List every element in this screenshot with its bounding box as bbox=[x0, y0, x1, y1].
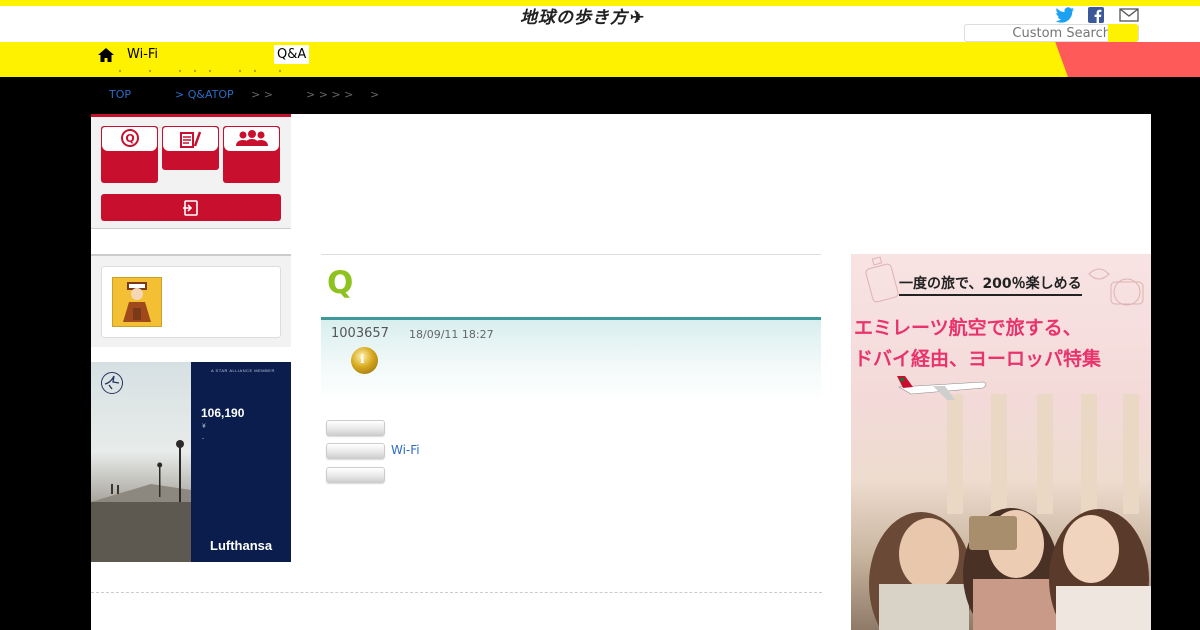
question-top-rule bbox=[321, 254, 821, 255]
ad-photo-pier bbox=[91, 362, 191, 562]
community-tile-button[interactable] bbox=[223, 126, 280, 183]
avatar[interactable] bbox=[112, 277, 162, 327]
search-input[interactable] bbox=[969, 25, 1111, 41]
ad-fare-currency: ¥ bbox=[202, 423, 206, 430]
breadcrumb-sep: > > bbox=[251, 88, 273, 101]
question-date: 18/09/11 18:27 bbox=[409, 328, 494, 341]
user-profile-panel bbox=[91, 254, 291, 347]
tag-label bbox=[326, 443, 385, 459]
ad-tagline: 一度の旅で、200％楽しめる bbox=[899, 273, 1082, 296]
profile-card bbox=[101, 266, 281, 338]
nav-dots-decoration bbox=[118, 69, 282, 73]
search-button[interactable] bbox=[1108, 24, 1138, 42]
q-icon: Q bbox=[102, 127, 157, 151]
nav-item-wifi[interactable]: Wi-Fi bbox=[127, 47, 158, 62]
global-nav: Wi-Fi Q&A bbox=[0, 42, 1200, 77]
ad-headline-1: エミレーツ航空で旅する、 bbox=[854, 317, 1082, 339]
question-header: 1003657 18/09/11 18:27 ℹ bbox=[321, 317, 821, 401]
qa-tile-button[interactable]: Q bbox=[101, 126, 158, 183]
tag-label bbox=[326, 420, 385, 436]
ad-fare-dash: - bbox=[202, 435, 205, 442]
emirates-ad[interactable]: 一度の旅で、200％楽しめる エミレーツ航空で旅する、 ドバイ経由、ヨーロッパ特… bbox=[851, 254, 1151, 630]
ad-navy-panel: A STAR ALLIANCE MEMBER 106,190 ¥ - Lufth… bbox=[191, 362, 291, 562]
ad-illustration bbox=[865, 256, 1151, 630]
ad-fare-amount: 106,190 bbox=[201, 406, 245, 420]
users-icon bbox=[224, 127, 279, 151]
post-tile-button[interactable] bbox=[162, 126, 219, 170]
login-icon bbox=[183, 199, 198, 216]
breadcrumb-top[interactable]: TOP bbox=[109, 88, 131, 101]
question-user-id[interactable]: 1003657 bbox=[331, 326, 389, 341]
nav-red-accent bbox=[1055, 42, 1200, 77]
gold-medal-icon: ℹ bbox=[351, 347, 378, 374]
site-logo[interactable]: 地球の歩き方 ✈ bbox=[520, 3, 645, 28]
login-button[interactable] bbox=[101, 194, 281, 221]
ad-alliance-text: A STAR ALLIANCE MEMBER bbox=[211, 368, 275, 373]
svg-text:Q: Q bbox=[125, 132, 134, 145]
home-icon[interactable] bbox=[97, 47, 115, 63]
breadcrumb-qa-top[interactable]: > Q&ATOP bbox=[175, 88, 234, 101]
breadcrumb-sep: > bbox=[370, 88, 380, 101]
site-header: 地球の歩き方 ✈ bbox=[0, 6, 1200, 42]
category-link-wifi[interactable]: Wi-Fi bbox=[391, 443, 420, 457]
nav-item-qa[interactable]: Q&A bbox=[274, 45, 310, 64]
ad-brand-lufthansa: Lufthansa bbox=[210, 538, 273, 553]
question-mark-label: Q bbox=[327, 265, 354, 301]
tag-label bbox=[326, 467, 385, 483]
notepad-edit-icon bbox=[163, 127, 218, 151]
custom-search bbox=[964, 24, 1139, 42]
breadcrumb: TOP > Q&ATOP > > > > > > > bbox=[0, 77, 1200, 114]
section-divider bbox=[91, 592, 822, 593]
lufthansa-ad[interactable]: A STAR ALLIANCE MEMBER 106,190 ¥ - Lufth… bbox=[91, 362, 291, 562]
member-menu-panel: Q bbox=[91, 114, 291, 229]
breadcrumb-sep: > > > > bbox=[306, 88, 354, 101]
ad-headline-2: ドバイ経由、ヨーロッパ特集 bbox=[854, 348, 1102, 370]
